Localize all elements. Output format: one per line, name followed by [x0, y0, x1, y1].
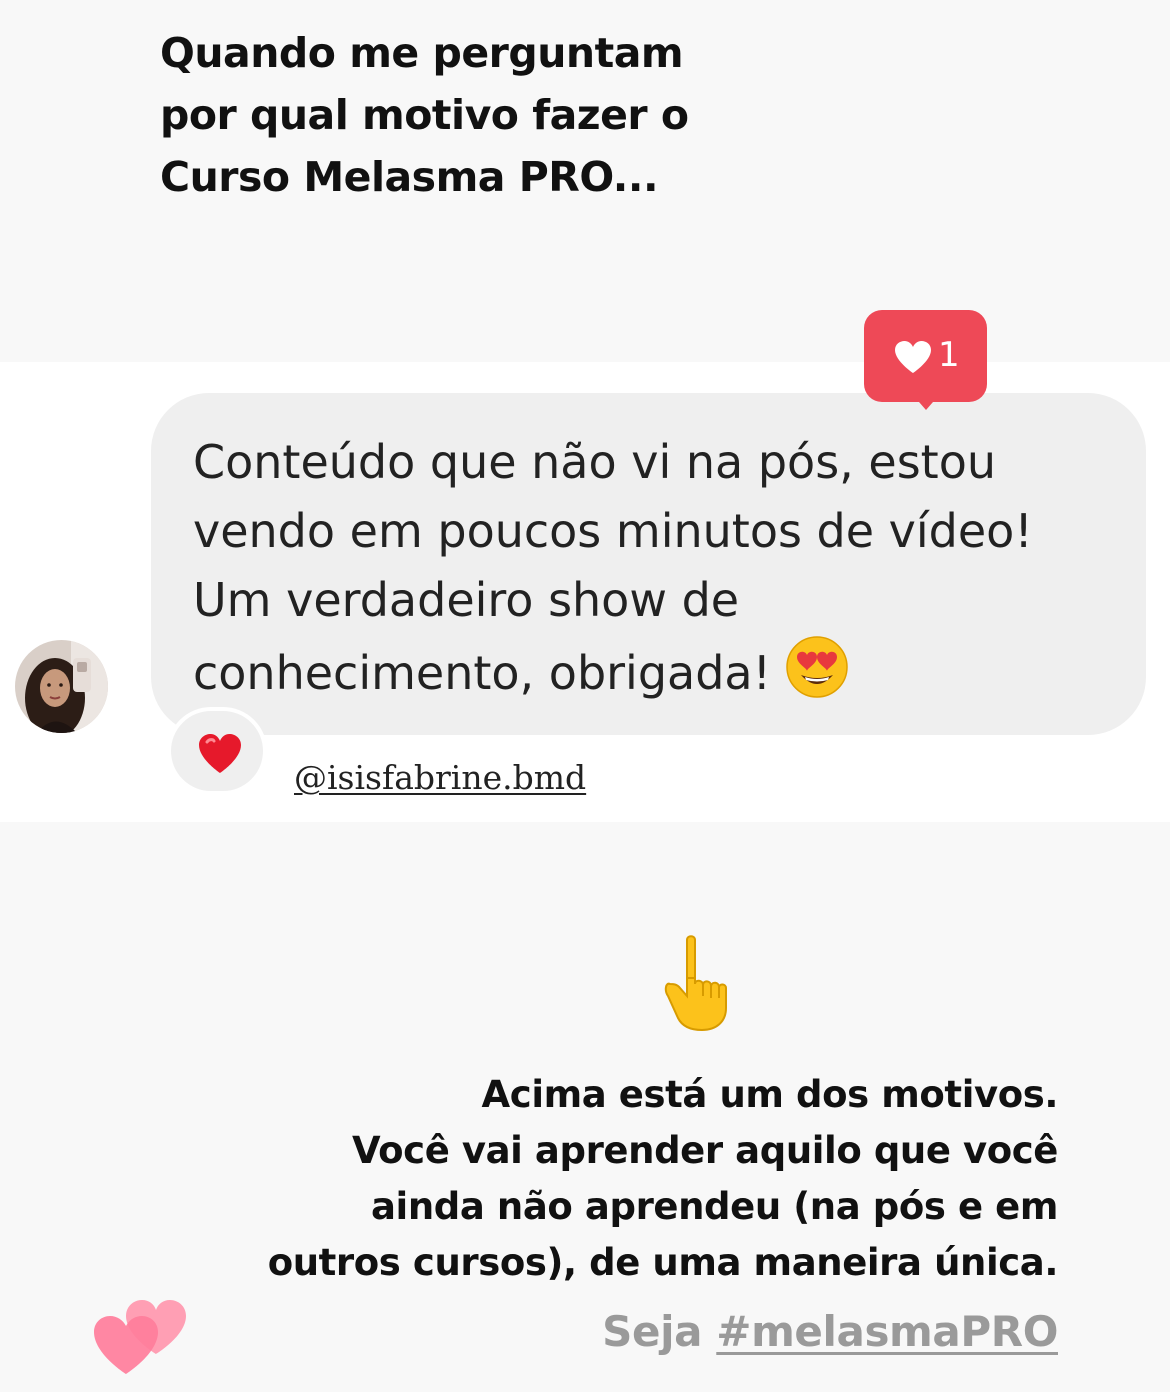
avatar[interactable]	[15, 640, 108, 733]
body-text: Acima está um dos motivos. Você vai apre…	[238, 1067, 1059, 1291]
body-line: outros cursos), de uma maneira única.	[267, 1241, 1059, 1284]
message-line: Um verdadeiro show de	[193, 573, 740, 627]
body-line: Você vai aprender aquilo que você	[351, 1129, 1058, 1172]
heart-eyes-emoji-icon	[785, 635, 849, 718]
headline: Quando me perguntam por qual motivo faze…	[160, 22, 780, 208]
body-line: Acima está um dos motivos.	[481, 1073, 1059, 1116]
headline-line: Curso Melasma PRO...	[160, 153, 659, 201]
message-text: Conteúdo que não vi na pós, estou vendo …	[193, 428, 1123, 718]
like-count: 1	[938, 335, 960, 375]
headline-line: Quando me perguntam	[160, 29, 684, 77]
reaction-chip[interactable]	[167, 707, 267, 795]
story-footer: Acima está um dos motivos. Você vai apre…	[0, 822, 1170, 1392]
like-badge-pointer	[912, 394, 940, 410]
hashtag-line: Seja #melasmaPRO	[602, 1304, 1058, 1360]
message-screenshot: Conteúdo que não vi na pós, estou vendo …	[0, 310, 1170, 822]
username-mention[interactable]: @isisfabrine.bmd	[294, 758, 586, 798]
heart-icon	[893, 340, 933, 379]
story-header: Quando me perguntam por qual motivo faze…	[0, 0, 1170, 362]
body-line: ainda não aprendeu (na pós e em	[370, 1185, 1058, 1228]
message-line: conhecimento, obrigada!	[193, 646, 772, 700]
hashtag-link[interactable]: #melasmaPRO	[716, 1307, 1058, 1356]
pointing-up-icon	[656, 932, 736, 1037]
message-line: Conteúdo que não vi na pós, estou	[193, 435, 997, 489]
hashtag-prefix: Seja	[602, 1307, 717, 1356]
headline-line: por qual motivo fazer o	[160, 91, 689, 139]
red-heart-icon	[197, 733, 243, 780]
message-line: vendo em poucos minutos de vídeo!	[193, 504, 1033, 558]
pink-hearts-sticker-icon	[88, 1292, 198, 1387]
